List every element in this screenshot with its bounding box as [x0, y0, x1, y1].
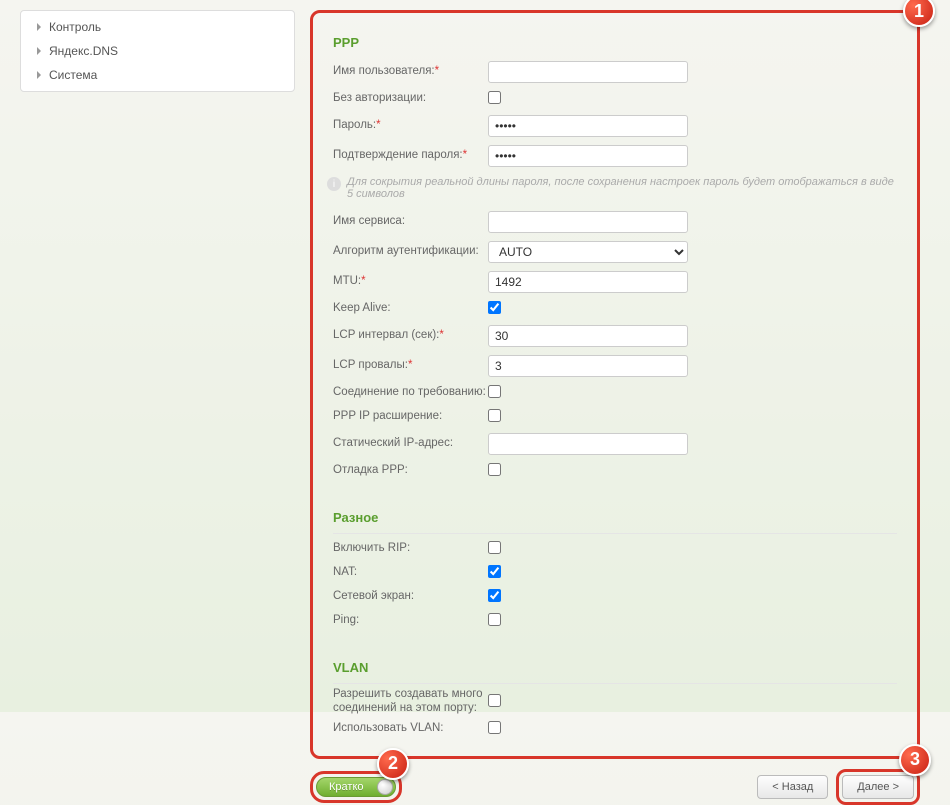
chevron-right-icon — [35, 71, 43, 79]
ppp-ip-ext-checkbox[interactable] — [488, 409, 501, 422]
label-debug-ppp: Отладка PPP: — [333, 464, 488, 478]
brief-toggle-label: Кратко — [317, 781, 364, 793]
label-ping: Ping: — [333, 614, 488, 628]
ping-checkbox[interactable] — [488, 613, 501, 626]
auth-algo-select[interactable]: AUTO — [488, 241, 688, 263]
label-nat: NAT: — [333, 566, 488, 580]
label-password-confirm: Подтверждение пароля:* — [333, 149, 488, 163]
divider — [333, 683, 897, 684]
section-title-ppp: PPP — [333, 35, 897, 50]
settings-form-highlight: 1 PPP Имя пользователя:* Без авторизации… — [310, 10, 920, 759]
label-dial-on-demand: Соединение по требованию: — [333, 386, 488, 400]
lcp-interval-input[interactable] — [488, 325, 688, 347]
sidebar: Контроль Яндекс.DNS Система — [20, 10, 295, 92]
static-ip-input[interactable] — [488, 433, 688, 455]
label-use-vlan: Использовать VLAN: — [333, 722, 488, 736]
label-mtu: MTU:* — [333, 275, 488, 289]
password-input[interactable] — [488, 115, 688, 137]
debug-ppp-checkbox[interactable] — [488, 463, 501, 476]
sidebar-item-yandex-dns[interactable]: Яндекс.DNS — [21, 39, 294, 63]
sidebar-item-system[interactable]: Система — [21, 63, 294, 87]
divider — [333, 533, 897, 534]
nat-checkbox[interactable] — [488, 565, 501, 578]
keepalive-checkbox[interactable] — [488, 301, 501, 314]
noauth-checkbox[interactable] — [488, 91, 501, 104]
label-username: Имя пользователя:* — [333, 65, 488, 79]
password-confirm-input[interactable] — [488, 145, 688, 167]
sidebar-item-label: Контроль — [49, 20, 101, 34]
label-auth-algo: Алгоритм аутентификации: — [333, 245, 488, 259]
mtu-input[interactable] — [488, 271, 688, 293]
rip-checkbox[interactable] — [488, 541, 501, 554]
multi-conn-checkbox[interactable] — [488, 694, 501, 707]
label-ppp-ip-ext: PPP IP расширение: — [333, 410, 488, 424]
info-icon: i — [327, 177, 341, 191]
sidebar-item-label: Система — [49, 68, 97, 82]
callout-badge-2: 2 — [377, 748, 409, 780]
label-keepalive: Keep Alive: — [333, 302, 488, 316]
next-button[interactable]: Далее > — [842, 775, 914, 799]
brief-toggle-highlight: 2 Кратко — [310, 771, 402, 803]
next-button-highlight: 3 Далее > — [836, 769, 920, 805]
main-content: 1 PPP Имя пользователя:* Без авторизации… — [295, 10, 950, 805]
label-service: Имя сервиса: — [333, 215, 488, 229]
label-password: Пароль:* — [333, 119, 488, 133]
callout-badge-1: 1 — [903, 0, 935, 27]
label-multi-conn: Разрешить создавать много соединений на … — [333, 688, 488, 716]
lcp-fails-input[interactable] — [488, 355, 688, 377]
dial-on-demand-checkbox[interactable] — [488, 385, 501, 398]
use-vlan-checkbox[interactable] — [488, 721, 501, 734]
label-noauth: Без авторизации: — [333, 92, 488, 106]
password-hint: iДля сокрытия реальной длины пароля, пос… — [327, 176, 897, 200]
label-rip: Включить RIP: — [333, 542, 488, 556]
sidebar-item-label: Яндекс.DNS — [49, 44, 118, 58]
callout-badge-3: 3 — [899, 744, 931, 776]
firewall-checkbox[interactable] — [488, 589, 501, 602]
brief-toggle[interactable]: Кратко — [316, 777, 396, 797]
section-title-vlan: VLAN — [333, 660, 897, 675]
label-static-ip: Статический IP-адрес: — [333, 437, 488, 451]
back-button[interactable]: < Назад — [757, 775, 828, 799]
label-lcp-interval: LCP интервал (сек):* — [333, 329, 488, 343]
chevron-right-icon — [35, 47, 43, 55]
username-input[interactable] — [488, 61, 688, 83]
chevron-right-icon — [35, 23, 43, 31]
section-title-misc: Разное — [333, 510, 897, 525]
label-firewall: Сетевой экран: — [333, 590, 488, 604]
toggle-knob-icon — [377, 779, 393, 795]
sidebar-item-control[interactable]: Контроль — [21, 15, 294, 39]
label-lcp-fails: LCP провалы:* — [333, 359, 488, 373]
service-input[interactable] — [488, 211, 688, 233]
